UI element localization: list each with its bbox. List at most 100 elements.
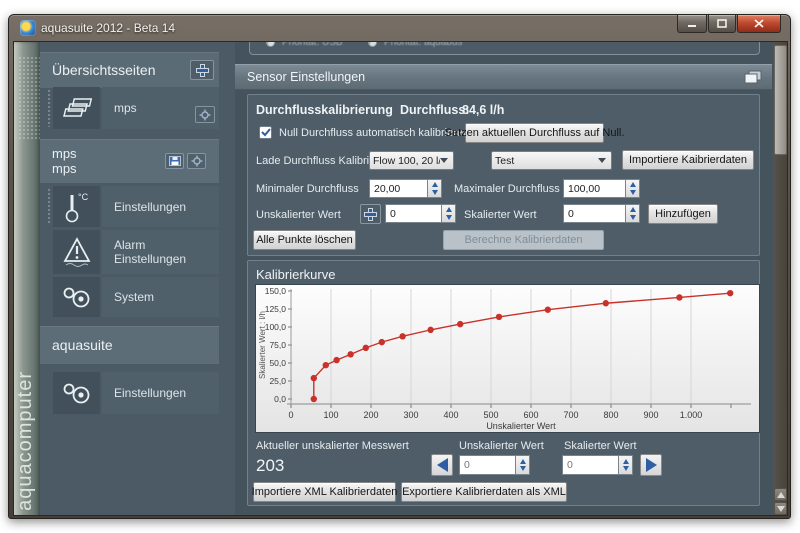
auto-zero-checkbox[interactable] <box>259 126 272 139</box>
scrollbar-thumb[interactable] <box>774 45 787 155</box>
radio-priority-aquabus-label: Priorität: aquabus <box>384 42 462 48</box>
sidebar-item-alarm-icon-tile[interactable] <box>53 230 100 274</box>
svg-text:Skalierter Wert : l/h: Skalierter Wert : l/h <box>258 311 267 379</box>
title-bar[interactable]: aquasuite 2012 - Beta 14 <box>9 15 790 41</box>
spin-up-icon[interactable] <box>630 207 636 212</box>
nav-scaled-spinner[interactable]: 0 <box>562 455 633 475</box>
min-flow-spinner[interactable]: 20,00 <box>369 179 442 198</box>
spin-down-icon[interactable] <box>623 466 629 471</box>
spin-up-icon[interactable] <box>623 459 629 464</box>
brand-logo-text: aquacomputer <box>14 371 40 511</box>
spin-up-icon[interactable] <box>446 207 452 212</box>
svg-text:100: 100 <box>323 410 338 420</box>
delete-all-points-button[interactable]: Alle Punkte löschen <box>253 230 356 250</box>
sidebar-item-label: Einstellungen <box>114 200 186 214</box>
previous-point-button[interactable] <box>431 454 453 476</box>
overview-page-settings-button[interactable] <box>195 106 215 123</box>
spin-up-icon[interactable] <box>432 182 438 187</box>
sidebar-item-aquasuite-settings-icon-tile[interactable] <box>53 372 100 414</box>
sidebar-item-einstellungen[interactable]: Einstellungen <box>102 186 219 227</box>
svg-text:0: 0 <box>288 410 293 420</box>
app-icon <box>20 20 36 36</box>
spin-down-icon[interactable] <box>630 190 636 195</box>
minimize-icon <box>687 19 697 28</box>
scaled-value-spinner[interactable]: 0 <box>563 204 640 223</box>
minimize-button[interactable] <box>677 15 707 33</box>
svg-text:50,0: 50,0 <box>269 358 286 368</box>
dataset-select[interactable]: Test <box>491 151 612 170</box>
scroll-down-button[interactable] <box>774 502 787 515</box>
spin-down-icon[interactable] <box>432 190 438 195</box>
unscaled-value-spinner[interactable]: 0 <box>385 204 456 223</box>
checkmark-icon <box>261 128 271 137</box>
close-button[interactable] <box>737 15 781 33</box>
alarm-warning-icon <box>61 236 93 268</box>
nav-unscaled-spinner[interactable]: 0 <box>459 455 530 475</box>
svg-text:°C: °C <box>78 192 89 202</box>
spin-up-icon[interactable] <box>520 459 526 464</box>
device-save-button[interactable] <box>165 153 184 169</box>
drag-grip[interactable] <box>47 188 52 224</box>
nav-unscaled-label: Unskalierter Wert <box>459 440 544 452</box>
main-panel: Priorität: USB Priorität: aquabus Sensor… <box>235 42 788 516</box>
import-calibration-button[interactable]: Importiere Kaibrierdaten <box>622 150 754 170</box>
curve-panel-title: Kalibrierkurve <box>256 267 335 282</box>
sidebar-item-aquasuite-einstellungen[interactable]: Einstellungen <box>102 372 219 414</box>
next-point-button[interactable] <box>640 454 662 476</box>
add-point-button[interactable]: Hinzufügen <box>648 204 718 224</box>
unscaled-value-label: Unskalierter Wert <box>256 209 341 221</box>
gear-icon <box>191 155 203 167</box>
svg-text:200: 200 <box>363 410 378 420</box>
nav-scaled-label: Skalierter Wert <box>564 440 637 452</box>
sidebar-item-system[interactable]: System <box>102 277 219 317</box>
gear-icon <box>199 109 211 121</box>
flow-calibration-title: Durchflusskalibrierung <box>256 103 393 117</box>
svg-text:Unskalierter Wert: Unskalierter Wert <box>486 421 556 431</box>
aquasuite-section-header[interactable]: aquasuite <box>40 326 219 364</box>
curve-select-value: Flow 100, 20 l/h - 100 l/ <box>370 155 440 167</box>
scroll-up-button[interactable] <box>774 488 787 501</box>
cascade-windows-icon[interactable] <box>744 70 762 85</box>
radio-priority-aquabus[interactable] <box>368 42 377 47</box>
maximize-button[interactable] <box>708 15 736 33</box>
spin-down-icon[interactable] <box>630 215 636 220</box>
sidebar-item-alarm-einstellungen[interactable]: Alarm Einstellungen <box>102 230 219 274</box>
close-icon <box>754 19 764 28</box>
svg-text:400: 400 <box>443 410 458 420</box>
vertical-scrollbar[interactable] <box>773 42 788 516</box>
device-settings-button[interactable] <box>187 153 206 169</box>
calibration-curve-group: Kalibrierkurve 0100200300400500600700800… <box>247 260 760 506</box>
max-flow-value: 100,00 <box>563 179 626 198</box>
sidebar-item-label: System <box>114 290 154 304</box>
pick-unscaled-button[interactable] <box>360 204 381 224</box>
set-zero-button[interactable]: Setzen aktuellen Durchfluss auf Null. <box>465 123 604 143</box>
max-flow-spinner[interactable]: 100,00 <box>563 179 640 198</box>
arrow-down-icon <box>777 506 785 512</box>
curve-select[interactable]: Flow 100, 20 l/h - 100 l/ <box>369 151 454 170</box>
sensor-settings-header: Sensor Einstellungen <box>235 64 772 90</box>
flow-calibration-group: Durchflusskalibrierung Durchfluss: 84,6 … <box>247 94 760 256</box>
svg-text:1.000: 1.000 <box>680 410 703 420</box>
device-name: mps <box>52 146 77 161</box>
spin-up-icon[interactable] <box>630 182 636 187</box>
svg-text:600: 600 <box>523 410 538 420</box>
gears-icon <box>60 379 94 407</box>
spin-down-icon[interactable] <box>446 215 452 220</box>
export-xml-button[interactable]: Exportiere Kalibrierdaten als XML <box>401 482 567 502</box>
sidebar-item-einstellungen-icon-tile[interactable]: °C <box>53 186 100 227</box>
radio-priority-usb[interactable] <box>266 42 275 47</box>
calibration-chart: 01002003004005006007008009001.0000,025,0… <box>255 284 760 433</box>
overview-page-name: mps <box>114 101 137 115</box>
import-xml-button[interactable]: Importiere XML Kalibrierdaten <box>253 482 396 502</box>
chevron-down-icon <box>598 158 606 167</box>
radio-priority-usb-label: Priorität: USB <box>282 42 343 48</box>
overview-page-tile[interactable] <box>53 87 100 129</box>
drag-grip[interactable] <box>47 89 52 127</box>
sidebar-item-system-icon-tile[interactable] <box>53 277 100 317</box>
nav-scaled-value: 0 <box>562 455 619 475</box>
spin-down-icon[interactable] <box>520 466 526 471</box>
overview-pages-label: Übersichtsseiten <box>52 62 156 78</box>
add-overview-page-button[interactable] <box>190 60 214 80</box>
svg-text:0,0: 0,0 <box>274 394 286 404</box>
min-flow-label: Minimaler Durchfluss <box>256 183 359 195</box>
